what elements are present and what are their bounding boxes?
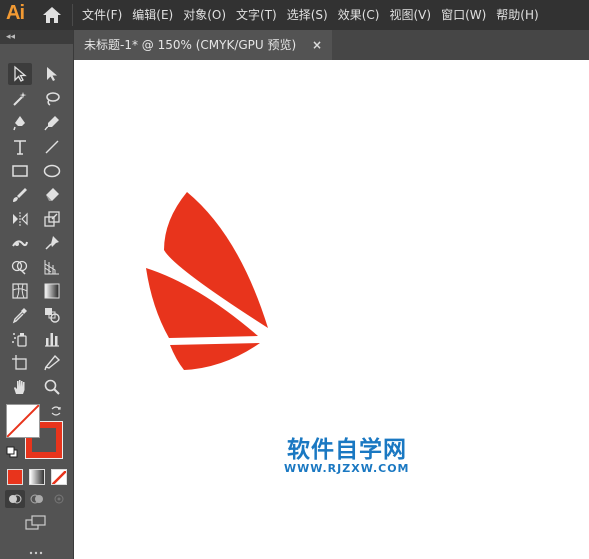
pen-tool-icon[interactable]: [8, 112, 32, 134]
tools-panel: ◂◂: [0, 30, 74, 559]
none-slash-icon: [7, 405, 39, 437]
gradient-tool-icon[interactable]: [40, 280, 64, 302]
gradient-mode-button[interactable]: [29, 469, 45, 485]
collapse-panel-icon[interactable]: ◂◂: [6, 30, 15, 44]
screen-mode-icon: [25, 515, 46, 530]
menu-effect[interactable]: 效果(C): [338, 0, 380, 30]
menu-select[interactable]: 选择(S): [287, 0, 328, 30]
artwork-lower-shape[interactable]: [170, 343, 260, 370]
artwork[interactable]: [134, 180, 284, 380]
artboard-tool-icon[interactable]: [8, 352, 32, 374]
menu-edit[interactable]: 编辑(E): [132, 0, 173, 30]
draw-inside-button[interactable]: [49, 490, 69, 508]
menu-window[interactable]: 窗口(W): [441, 0, 486, 30]
menu-object[interactable]: 对象(O): [183, 0, 226, 30]
none-mode-button[interactable]: [51, 469, 67, 485]
direct-selection-tool-icon[interactable]: [40, 63, 64, 85]
draw-normal-button[interactable]: [5, 490, 25, 508]
menu-type[interactable]: 文字(T): [236, 0, 277, 30]
menu-view[interactable]: 视图(V): [389, 0, 431, 30]
ellipse-tool-icon[interactable]: [40, 160, 64, 182]
hand-tool-icon[interactable]: [8, 376, 32, 398]
none-icon: [52, 470, 66, 484]
menu-help[interactable]: 帮助(H): [496, 0, 538, 30]
home-icon[interactable]: [42, 5, 62, 25]
column-graph-tool-icon[interactable]: [40, 328, 64, 350]
draw-normal-icon: [9, 494, 22, 504]
slice-tool-icon[interactable]: [40, 352, 64, 374]
perspective-grid-tool-icon[interactable]: [40, 256, 64, 278]
line-segment-tool-icon[interactable]: [40, 136, 64, 158]
app-logo: Ai: [6, 2, 25, 24]
eraser-tool-icon[interactable]: [40, 184, 64, 206]
zoom-tool-icon[interactable]: [40, 376, 64, 398]
watermark-url: WWW.RJZXW.COM: [284, 462, 410, 475]
selection-tool-icon[interactable]: [8, 63, 32, 85]
shape-builder-tool-icon[interactable]: [8, 256, 32, 278]
more-dots-icon: [29, 551, 43, 555]
eyedropper-tool-icon[interactable]: [8, 304, 32, 326]
screen-mode-button[interactable]: [24, 514, 48, 532]
default-fill-stroke-icon[interactable]: [6, 446, 18, 458]
scale-tool-icon[interactable]: [40, 208, 64, 230]
width-tool-icon[interactable]: [8, 232, 32, 254]
mesh-tool-icon[interactable]: [8, 280, 32, 302]
reflect-tool-icon[interactable]: [8, 208, 32, 230]
main-menu: 文件(F) 编辑(E) 对象(O) 文字(T) 选择(S) 效果(C) 视图(V…: [82, 0, 549, 30]
lasso-tool-icon[interactable]: [40, 88, 64, 110]
rectangle-tool-icon[interactable]: [8, 160, 32, 182]
document-tab-title: 未标题-1* @ 150% (CMYK/GPU 预览): [84, 38, 297, 52]
draw-inside-icon: [54, 494, 64, 504]
edit-toolbar-button[interactable]: [28, 549, 44, 557]
artboard-canvas[interactable]: 软件自学网 WWW.RJZXW.COM: [74, 60, 589, 559]
fill-swatch[interactable]: [6, 404, 40, 438]
tools-panel-header: ◂◂: [0, 30, 73, 44]
curvature-tool-icon[interactable]: [40, 112, 64, 134]
symbol-sprayer-tool-icon[interactable]: [8, 328, 32, 350]
document-tab[interactable]: 未标题-1* @ 150% (CMYK/GPU 预览) ×: [74, 30, 332, 60]
close-tab-icon[interactable]: ×: [312, 30, 322, 60]
swap-fill-stroke-icon[interactable]: [50, 405, 62, 417]
draw-behind-icon: [30, 494, 43, 504]
draw-behind-button[interactable]: [27, 490, 47, 508]
puppet-warp-tool-icon[interactable]: [40, 232, 64, 254]
magic-wand-tool-icon[interactable]: [8, 88, 32, 110]
watermark-title: 软件自学网: [287, 437, 407, 463]
menu-file[interactable]: 文件(F): [82, 0, 122, 30]
menu-separator: [72, 4, 73, 26]
color-mode-button[interactable]: [7, 469, 23, 485]
type-tool-icon[interactable]: [8, 136, 32, 158]
menu-bar: Ai 文件(F) 编辑(E) 对象(O) 文字(T) 选择(S) 效果(C) 视…: [0, 0, 589, 30]
document-tab-bar: 未标题-1* @ 150% (CMYK/GPU 预览) ×: [74, 30, 589, 60]
blend-tool-icon[interactable]: [40, 304, 64, 326]
paintbrush-tool-icon[interactable]: [8, 184, 32, 206]
